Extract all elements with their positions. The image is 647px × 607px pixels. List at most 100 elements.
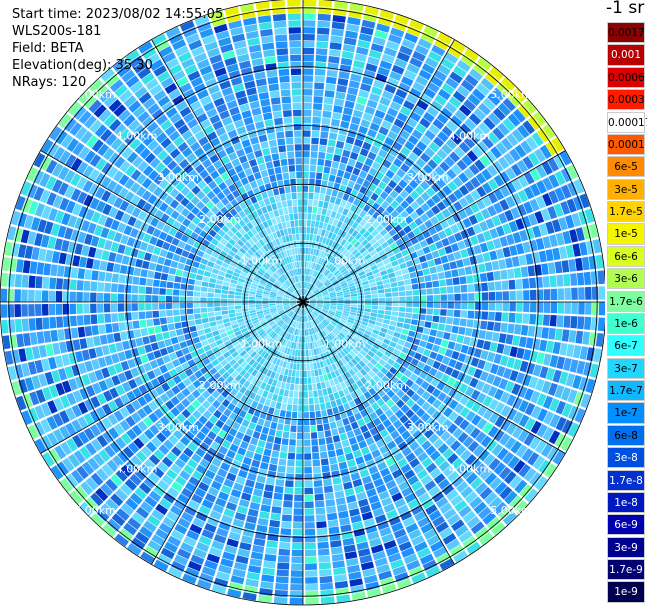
ppi-bin (166, 309, 173, 317)
ppi-bin (280, 445, 288, 453)
ppi-bin (170, 260, 179, 269)
ppi-bin (507, 323, 515, 334)
ppi-bin (494, 281, 502, 291)
ppi-bin (194, 255, 202, 263)
ppi-bin (79, 338, 88, 350)
ppi-bin (188, 320, 196, 327)
ppi-bin (391, 311, 399, 317)
ppi-bin (97, 282, 105, 292)
ppi-bin (317, 541, 329, 549)
ppi-bin (303, 144, 310, 151)
ppi-bin (451, 325, 459, 334)
ppi-bin (493, 270, 501, 281)
ppi-bin (342, 193, 350, 201)
ppi-bin (21, 304, 28, 317)
ppi-bin (56, 278, 64, 290)
ppi-bin (371, 294, 378, 298)
ppi-bin (297, 412, 303, 419)
ppi-bin (545, 340, 555, 353)
ppi-bin (303, 34, 315, 41)
ppi-bin (189, 272, 197, 280)
ppi-bin (303, 40, 315, 48)
ppi-bin (314, 186, 321, 193)
ppi-bin (352, 167, 361, 176)
ppi-bin (520, 325, 529, 336)
ppi-bin (159, 280, 167, 288)
ppi-bin (423, 348, 431, 357)
ppi-bin (289, 432, 297, 439)
ppi-bin (412, 307, 420, 314)
ppi-bin (325, 83, 336, 91)
ppi-bin (77, 268, 86, 279)
ppi-bin (272, 499, 283, 507)
ppi-bin (317, 158, 325, 166)
ppi-bin (335, 140, 345, 149)
ppi-bin (584, 316, 592, 330)
ppi-bin (90, 314, 98, 325)
ppi-bin (480, 320, 488, 330)
ppi-bin (358, 302, 365, 305)
ppi-bin (202, 322, 210, 329)
ppi-bin (429, 351, 438, 360)
ppi-bin (303, 171, 309, 179)
ppi-bin (325, 401, 332, 409)
ppi-bin (335, 448, 344, 457)
ppi-bin (221, 306, 228, 311)
ppi-bin (207, 292, 214, 298)
ppi-bin (292, 542, 303, 550)
ppi-bin (383, 283, 391, 289)
ppi-bin (133, 329, 142, 338)
ppi-bin (273, 408, 281, 416)
ppi-bin (173, 309, 180, 316)
ppi-bin (433, 294, 441, 301)
ppi-bin (318, 0, 333, 8)
ppi-bin (312, 459, 321, 467)
ppi-bin (159, 310, 166, 318)
ppi-bin (139, 319, 147, 328)
ppi-bin (433, 302, 441, 309)
ppi-bin (235, 309, 242, 313)
ppi-bin (314, 75, 325, 83)
ppi-bin (397, 317, 405, 323)
ppi-bin (299, 377, 303, 385)
ppi-bin (340, 57, 353, 66)
ppi-bin (295, 467, 303, 474)
ppi-bin (321, 465, 330, 473)
ppi-bin (277, 555, 290, 563)
ppi-bin (303, 130, 311, 137)
ppi-bin (308, 185, 315, 193)
ppi-bin (330, 463, 339, 472)
ppi-bin (303, 164, 310, 172)
ppi-bin (227, 298, 235, 302)
ppi-bin (289, 383, 295, 391)
ppi-bin (303, 27, 316, 34)
ppi-bin (175, 247, 183, 256)
ppi-bin (188, 278, 195, 285)
ppi-bin (125, 275, 133, 284)
ppi-bin (283, 389, 289, 397)
ppi-bin (293, 356, 298, 363)
ppi-bin (344, 100, 355, 109)
ppi-bin (297, 350, 301, 357)
ppi-bin (313, 466, 321, 474)
ppi-bin (259, 433, 268, 442)
ppi-bin (564, 288, 571, 300)
ppi-bin (214, 288, 222, 294)
ppi-bin (308, 349, 312, 357)
ppi-bin (328, 393, 335, 401)
ppi-bin (295, 474, 303, 481)
ppi-bin (23, 333, 31, 347)
ppi-bin (318, 145, 327, 153)
ppi-bin (303, 192, 308, 199)
ppi-bin (315, 214, 321, 221)
ppi-bin (315, 376, 321, 383)
ppi-bin (585, 286, 592, 300)
ppi-bin (391, 287, 399, 292)
ppi-bin (16, 259, 24, 273)
ppi-bin (321, 409, 328, 417)
ppi-bin (377, 309, 385, 315)
ppi-bin (460, 310, 468, 318)
ppi-bin (529, 277, 537, 289)
ppi-bin (432, 315, 440, 323)
ppi-bin (378, 306, 385, 310)
